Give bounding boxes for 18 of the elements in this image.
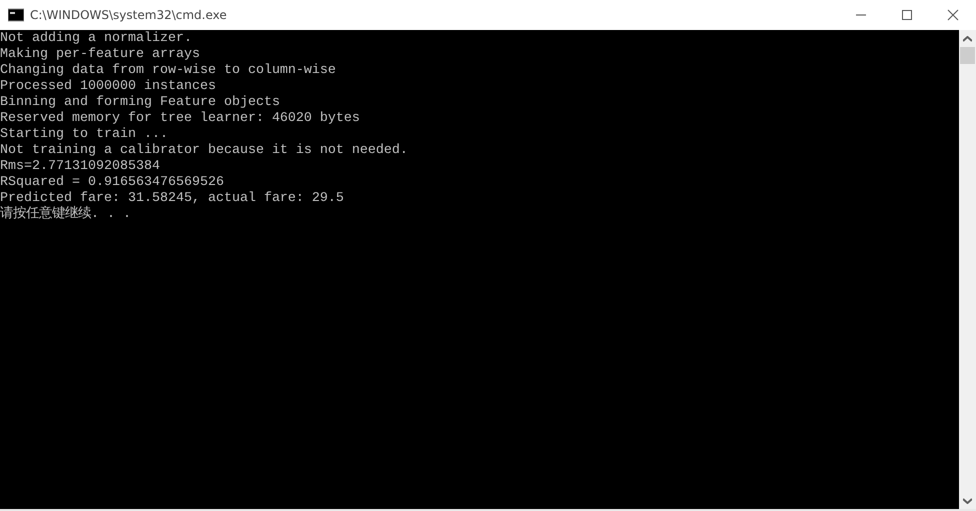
console-line: Not adding a normalizer. xyxy=(0,31,193,47)
scrollbar[interactable] xyxy=(959,30,976,509)
console-line: Reserved memory for tree learner: 46020 bytes xyxy=(0,111,361,127)
close-icon xyxy=(947,9,959,21)
window-title: C:\WINDOWS\system32\cmd.exe xyxy=(30,8,228,22)
scroll-thumb[interactable] xyxy=(960,47,975,64)
console-line: Not training a calibrator because it is not needed. xyxy=(0,143,409,159)
console-line: Starting to train ... xyxy=(0,127,169,143)
console-line: Predicted fare: 31.58245, actual fare: 29.5 xyxy=(0,191,345,206)
console-line: Binning and forming Feature objects xyxy=(0,95,281,111)
console-line: Making per-feature arrays xyxy=(0,47,201,63)
console-line: Changing data from row-wise to column-wise xyxy=(0,63,337,79)
console-line: RSquared = 0.916563476569526 xyxy=(0,175,225,191)
console-line: Processed 1000000 instances xyxy=(0,79,217,95)
console-line: Rms=2.77131092085384 xyxy=(0,159,161,175)
console-line: 请按任意键继续. . . xyxy=(0,207,132,223)
console-icon xyxy=(8,7,24,23)
maximize-icon xyxy=(901,9,913,21)
